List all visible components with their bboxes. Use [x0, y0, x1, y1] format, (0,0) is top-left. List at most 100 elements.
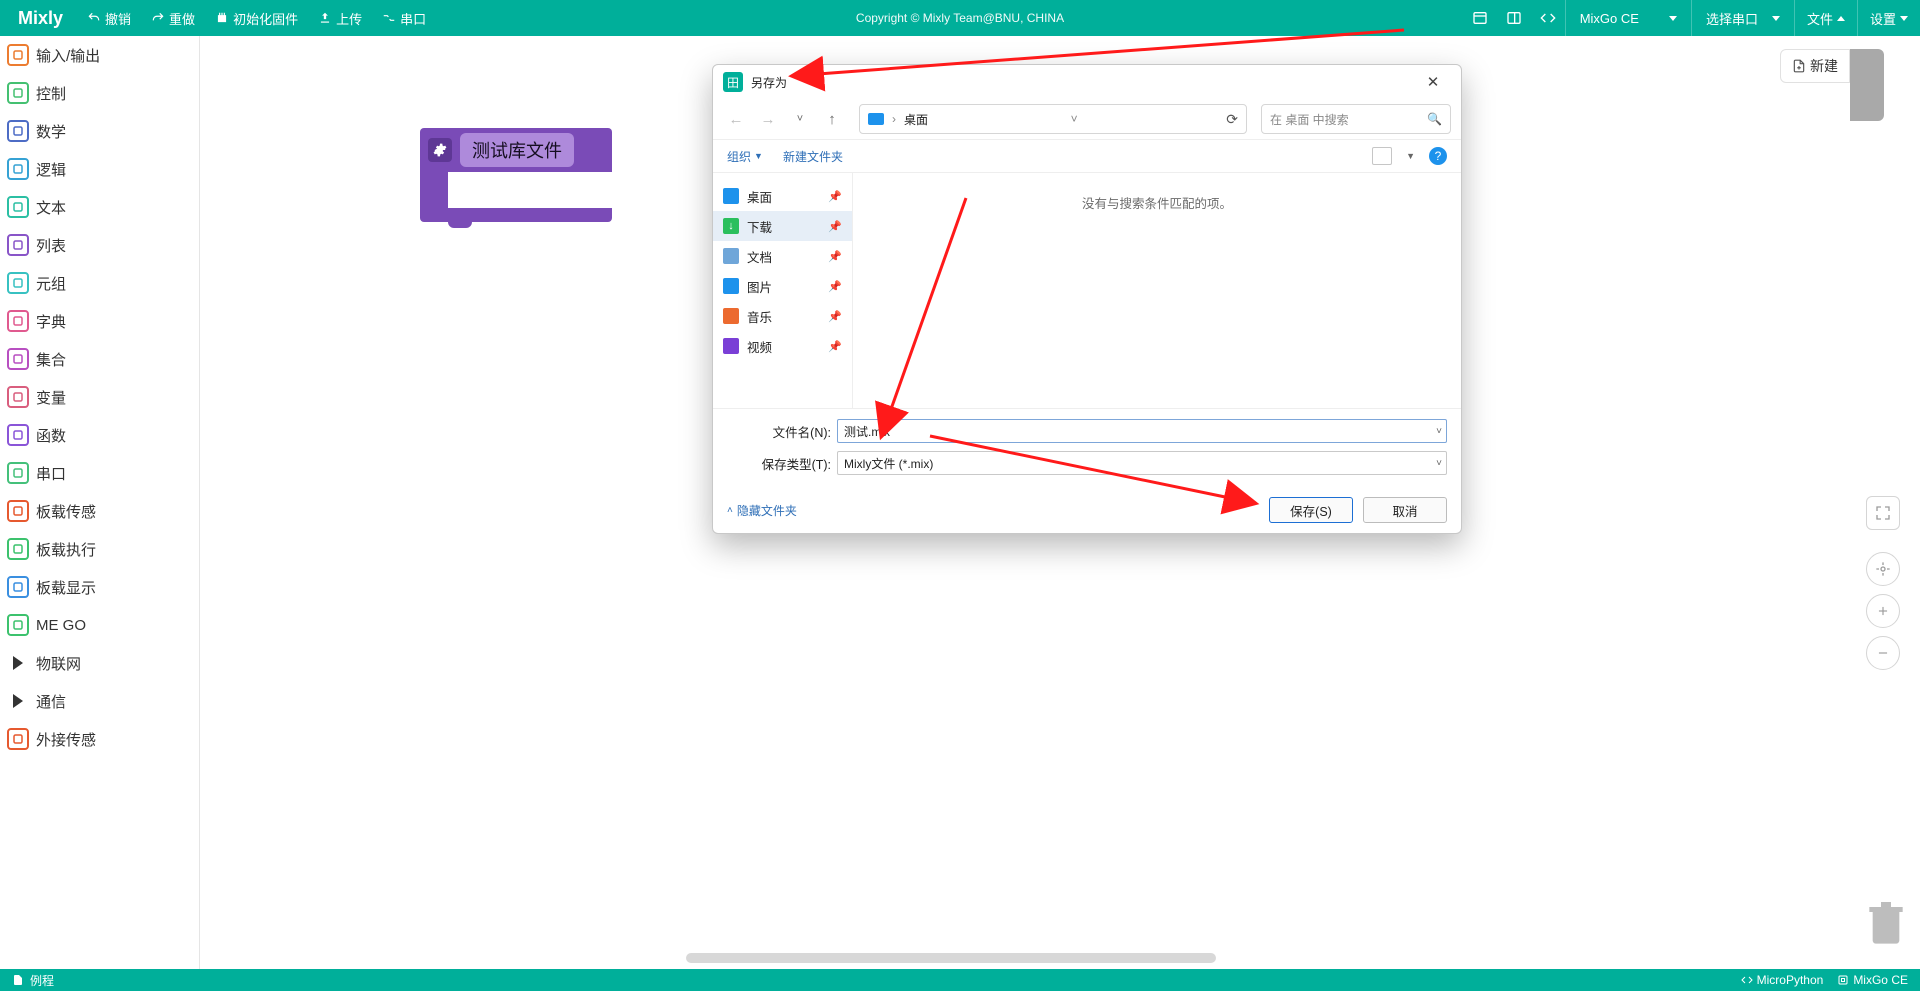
- quick-access-2[interactable]: 文档📌: [713, 241, 852, 271]
- hide-folders-toggle[interactable]: ˄ 隐藏文件夹: [727, 502, 797, 519]
- category-10[interactable]: 函数: [0, 416, 199, 454]
- category-16[interactable]: 物联网: [0, 644, 199, 682]
- category-18[interactable]: 外接传感: [0, 720, 199, 758]
- undo-button[interactable]: 撤销: [77, 0, 141, 36]
- horizontal-scrollbar[interactable]: [686, 953, 1216, 963]
- new-tab-button[interactable]: 新建: [1780, 49, 1850, 83]
- category-icon: [7, 158, 29, 180]
- close-button[interactable]: ✕: [1415, 67, 1451, 97]
- init-firmware-button[interactable]: 初始化固件: [205, 0, 308, 36]
- category-label: 物联网: [36, 653, 81, 674]
- status-board: MixGo CE: [1837, 973, 1908, 987]
- quick-access-label: 下载: [747, 217, 772, 236]
- category-icon: [7, 500, 29, 522]
- category-8[interactable]: 集合: [0, 340, 199, 378]
- category-6[interactable]: 元组: [0, 264, 199, 302]
- layout-icon-1[interactable]: [1463, 0, 1497, 36]
- settings-menu[interactable]: 设置: [1857, 0, 1920, 36]
- category-label: 板载传感: [36, 501, 96, 522]
- help-icon[interactable]: ?: [1429, 147, 1447, 165]
- status-lang: MicroPython: [1741, 973, 1824, 987]
- cancel-button[interactable]: 取消: [1363, 497, 1447, 523]
- code-block[interactable]: 测试库文件: [420, 128, 612, 222]
- category-label: 函数: [36, 425, 66, 446]
- code-icon[interactable]: [1531, 0, 1565, 36]
- zoom-out-button[interactable]: [1866, 636, 1900, 670]
- category-label: 字典: [36, 311, 66, 332]
- pin-icon: 📌: [828, 310, 842, 323]
- save-button[interactable]: 保存(S): [1269, 497, 1353, 523]
- nav-up[interactable]: ↑: [819, 105, 845, 133]
- category-label: 元组: [36, 273, 66, 294]
- port-select[interactable]: 选择串口: [1691, 0, 1794, 36]
- category-14[interactable]: 板载显示: [0, 568, 199, 606]
- expand-icon: [13, 694, 23, 708]
- new-folder-button[interactable]: 新建文件夹: [783, 148, 843, 165]
- quick-access-4[interactable]: 音乐 📌: [713, 301, 852, 331]
- category-9[interactable]: 变量: [0, 378, 199, 416]
- zoom-in-button[interactable]: [1866, 594, 1900, 628]
- search-placeholder: 在 桌面 中搜索: [1270, 111, 1349, 128]
- category-icon: [7, 538, 29, 560]
- folder-icon: [723, 308, 739, 324]
- category-3[interactable]: 逻辑: [0, 150, 199, 188]
- view-mode-button[interactable]: [1372, 147, 1392, 165]
- category-11[interactable]: 串口: [0, 454, 199, 492]
- block-label: 测试库文件: [460, 133, 574, 167]
- serial-button[interactable]: 串口: [372, 0, 436, 36]
- category-7[interactable]: 字典: [0, 302, 199, 340]
- category-15[interactable]: ME GO: [0, 606, 199, 644]
- category-13[interactable]: 板载执行: [0, 530, 199, 568]
- search-input[interactable]: 在 桌面 中搜索 🔍: [1261, 104, 1451, 134]
- category-5[interactable]: 列表: [0, 226, 199, 264]
- filetype-select[interactable]: Mixly文件 (*.mix) ˅: [837, 451, 1447, 475]
- category-label: 通信: [36, 691, 66, 712]
- tab-handle[interactable]: [1850, 49, 1884, 121]
- file-menu[interactable]: 文件: [1794, 0, 1857, 36]
- save-as-dialog: 田 另存为 ✕ ← → ˅ ↑ › 桌面 ˅ ⟳ 在 桌面 中搜索 🔍 组织 ▼…: [712, 64, 1462, 534]
- category-icon: [7, 44, 29, 66]
- quick-access-5[interactable]: 视频📌: [713, 331, 852, 361]
- address-bar[interactable]: › 桌面 ˅ ⟳: [859, 104, 1247, 134]
- quick-access-3[interactable]: 图片📌: [713, 271, 852, 301]
- filename-input[interactable]: 测试.mix ˅: [837, 419, 1447, 443]
- quick-access-label: 音乐: [747, 307, 772, 326]
- search-icon: 🔍: [1427, 112, 1442, 126]
- category-label: 变量: [36, 387, 66, 408]
- quick-access-0[interactable]: 桌面📌: [713, 181, 852, 211]
- organize-menu[interactable]: 组织 ▼: [727, 148, 763, 165]
- category-17[interactable]: 通信: [0, 682, 199, 720]
- category-icon: [7, 386, 29, 408]
- nav-recent[interactable]: ˅: [787, 105, 813, 133]
- upload-button[interactable]: 上传: [308, 0, 372, 36]
- category-1[interactable]: 控制: [0, 74, 199, 112]
- gear-icon[interactable]: [428, 138, 452, 162]
- category-2[interactable]: 数学: [0, 112, 199, 150]
- board-select[interactable]: MixGo CE: [1565, 0, 1691, 36]
- fullscreen-button[interactable]: [1866, 496, 1900, 530]
- quick-access-label: 视频: [747, 337, 772, 356]
- trash-icon[interactable]: [1866, 898, 1906, 951]
- category-0[interactable]: 输入/输出: [0, 36, 199, 74]
- nav-back[interactable]: ←: [723, 105, 749, 133]
- status-example[interactable]: 例程: [30, 972, 54, 989]
- expand-icon: [13, 656, 23, 670]
- category-12[interactable]: 板载传感: [0, 492, 199, 530]
- file-label: 文件: [1807, 9, 1833, 28]
- redo-label: 重做: [169, 9, 195, 28]
- port-label: 选择串口: [1706, 9, 1758, 28]
- breadcrumb[interactable]: 桌面: [904, 111, 928, 128]
- category-label: 板载显示: [36, 577, 96, 598]
- refresh-icon[interactable]: ⟳: [1226, 111, 1238, 128]
- category-4[interactable]: 文本: [0, 188, 199, 226]
- redo-button[interactable]: 重做: [141, 0, 205, 36]
- quick-access-1[interactable]: ↓下载📌: [713, 211, 852, 241]
- pin-icon: 📌: [828, 220, 842, 233]
- quick-access-label: 文档: [747, 247, 772, 266]
- serial-label: 串口: [400, 9, 426, 28]
- nav-forward[interactable]: →: [755, 105, 781, 133]
- layout-icon-2[interactable]: [1497, 0, 1531, 36]
- quick-access-list: 桌面📌↓下载📌文档📌图片📌音乐📌视频📌: [713, 173, 853, 408]
- center-button[interactable]: [1866, 552, 1900, 586]
- category-label: 控制: [36, 83, 66, 104]
